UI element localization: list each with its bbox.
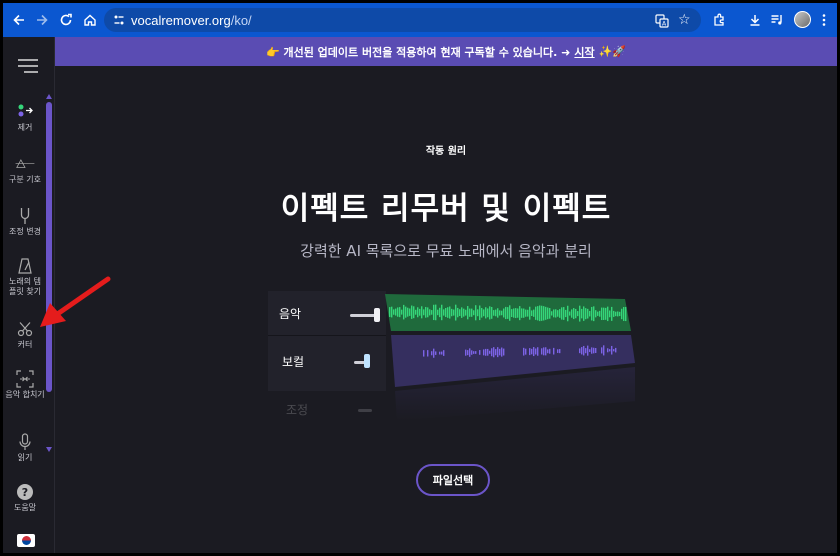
dots-arrow-icon <box>15 103 35 121</box>
main-content: 작동 원리 이펙트 리무버 및 이펙트 강력한 AI 목록으로 무료 노래에서 … <box>55 66 837 553</box>
track-label-adjust: 조정 <box>286 403 309 417</box>
forward-icon[interactable] <box>31 9 53 31</box>
sidebar-item-label: 음악 합치기 <box>5 390 45 399</box>
hamburger-menu-icon[interactable] <box>17 58 39 78</box>
url-path: /ko/ <box>230 12 252 28</box>
page-title: 이펙트 리무버 및 이펙트 <box>280 191 612 227</box>
browser-window: vocalremover.org/ko/ A ☆ 제거 구분 기호 조정 변경 … <box>3 3 837 553</box>
more-menu-icon[interactable] <box>813 9 835 31</box>
merge-icon <box>15 370 35 388</box>
home-icon[interactable] <box>79 9 101 31</box>
page-subtitle: 강력한 AI 목록으로 무료 노래에서 음악과 분리 <box>300 242 592 260</box>
site-info-icon[interactable] <box>113 11 125 30</box>
metronome-icon <box>15 257 35 275</box>
sidebar-item-joiner[interactable]: 음악 합치기 <box>3 370 47 400</box>
section-eyebrow: 작동 원리 <box>425 146 467 157</box>
annotation-arrow <box>40 276 111 327</box>
extensions-icon[interactable] <box>708 9 730 31</box>
vocal-slider-knob <box>364 354 370 368</box>
sidebar-item-remove[interactable]: 제거 <box>3 103 47 133</box>
korea-flag-icon[interactable] <box>17 534 35 547</box>
track-label-music: 음악 <box>279 307 302 321</box>
help-icon: ? <box>15 483 35 501</box>
browser-toolbar: vocalremover.org/ko/ A ☆ <box>3 3 837 37</box>
sidebar-item-label: 읽기 <box>17 453 33 462</box>
sidebar-item-label: 구분 기호 <box>9 175 41 184</box>
delta-icon <box>15 155 35 173</box>
sidebar-item-label: 도움말 <box>13 503 37 512</box>
adjust-volume-slider <box>358 409 372 412</box>
sidebar-scroll-thumb[interactable] <box>46 102 52 392</box>
download-icon[interactable] <box>744 9 766 31</box>
track-divider <box>268 335 386 336</box>
sidebar-item-help[interactable]: ? 도움말 <box>3 483 47 513</box>
sidebar-item-label: 제거 <box>17 123 33 132</box>
url-host: vocalremover.org <box>131 12 231 28</box>
choose-file-button[interactable]: 파일선택 <box>416 464 490 496</box>
svg-text:?: ? <box>22 486 28 499</box>
translate-icon[interactable]: A <box>655 13 669 32</box>
scroll-up-icon[interactable] <box>46 94 52 99</box>
banner-text: 👉 개선된 업데이트 버전을 적용하여 현재 구독할 수 있습니다. ➜ <box>265 45 571 59</box>
url-text: vocalremover.org/ko/ <box>131 13 252 28</box>
sidebar-item-separator[interactable]: 구분 기호 <box>3 155 47 185</box>
back-icon[interactable] <box>8 9 30 31</box>
reload-icon[interactable] <box>55 9 77 31</box>
microphone-icon <box>15 433 35 451</box>
tuning-fork-icon <box>15 207 35 225</box>
waveform-panel <box>385 294 635 421</box>
sidebar-item-pitch[interactable]: 조정 변경 <box>3 207 47 237</box>
banner-suffix: ✨🚀 <box>598 45 627 58</box>
profile-avatar[interactable] <box>794 11 811 28</box>
media-control-icon[interactable] <box>766 9 788 31</box>
sidebar-item-label: 조정 변경 <box>9 227 41 236</box>
address-bar[interactable]: vocalremover.org/ko/ A ☆ <box>104 8 701 32</box>
sidebar-item-recorder[interactable]: 읽기 <box>3 433 47 463</box>
banner-start-link[interactable]: 시작 <box>574 44 594 60</box>
mixer-illustration: 음악 보컬 조정 <box>268 291 638 421</box>
scissors-icon <box>15 320 35 338</box>
update-banner: 👉 개선된 업데이트 버전을 적용하여 현재 구독할 수 있습니다. ➜ 시작 … <box>55 37 837 66</box>
scroll-down-icon[interactable] <box>46 447 52 452</box>
bookmark-star-icon[interactable]: ☆ <box>678 12 691 28</box>
track-label-vocal: 보컬 <box>282 355 305 369</box>
music-slider-knob <box>374 308 380 322</box>
sidebar-item-label: 커터 <box>17 340 33 349</box>
